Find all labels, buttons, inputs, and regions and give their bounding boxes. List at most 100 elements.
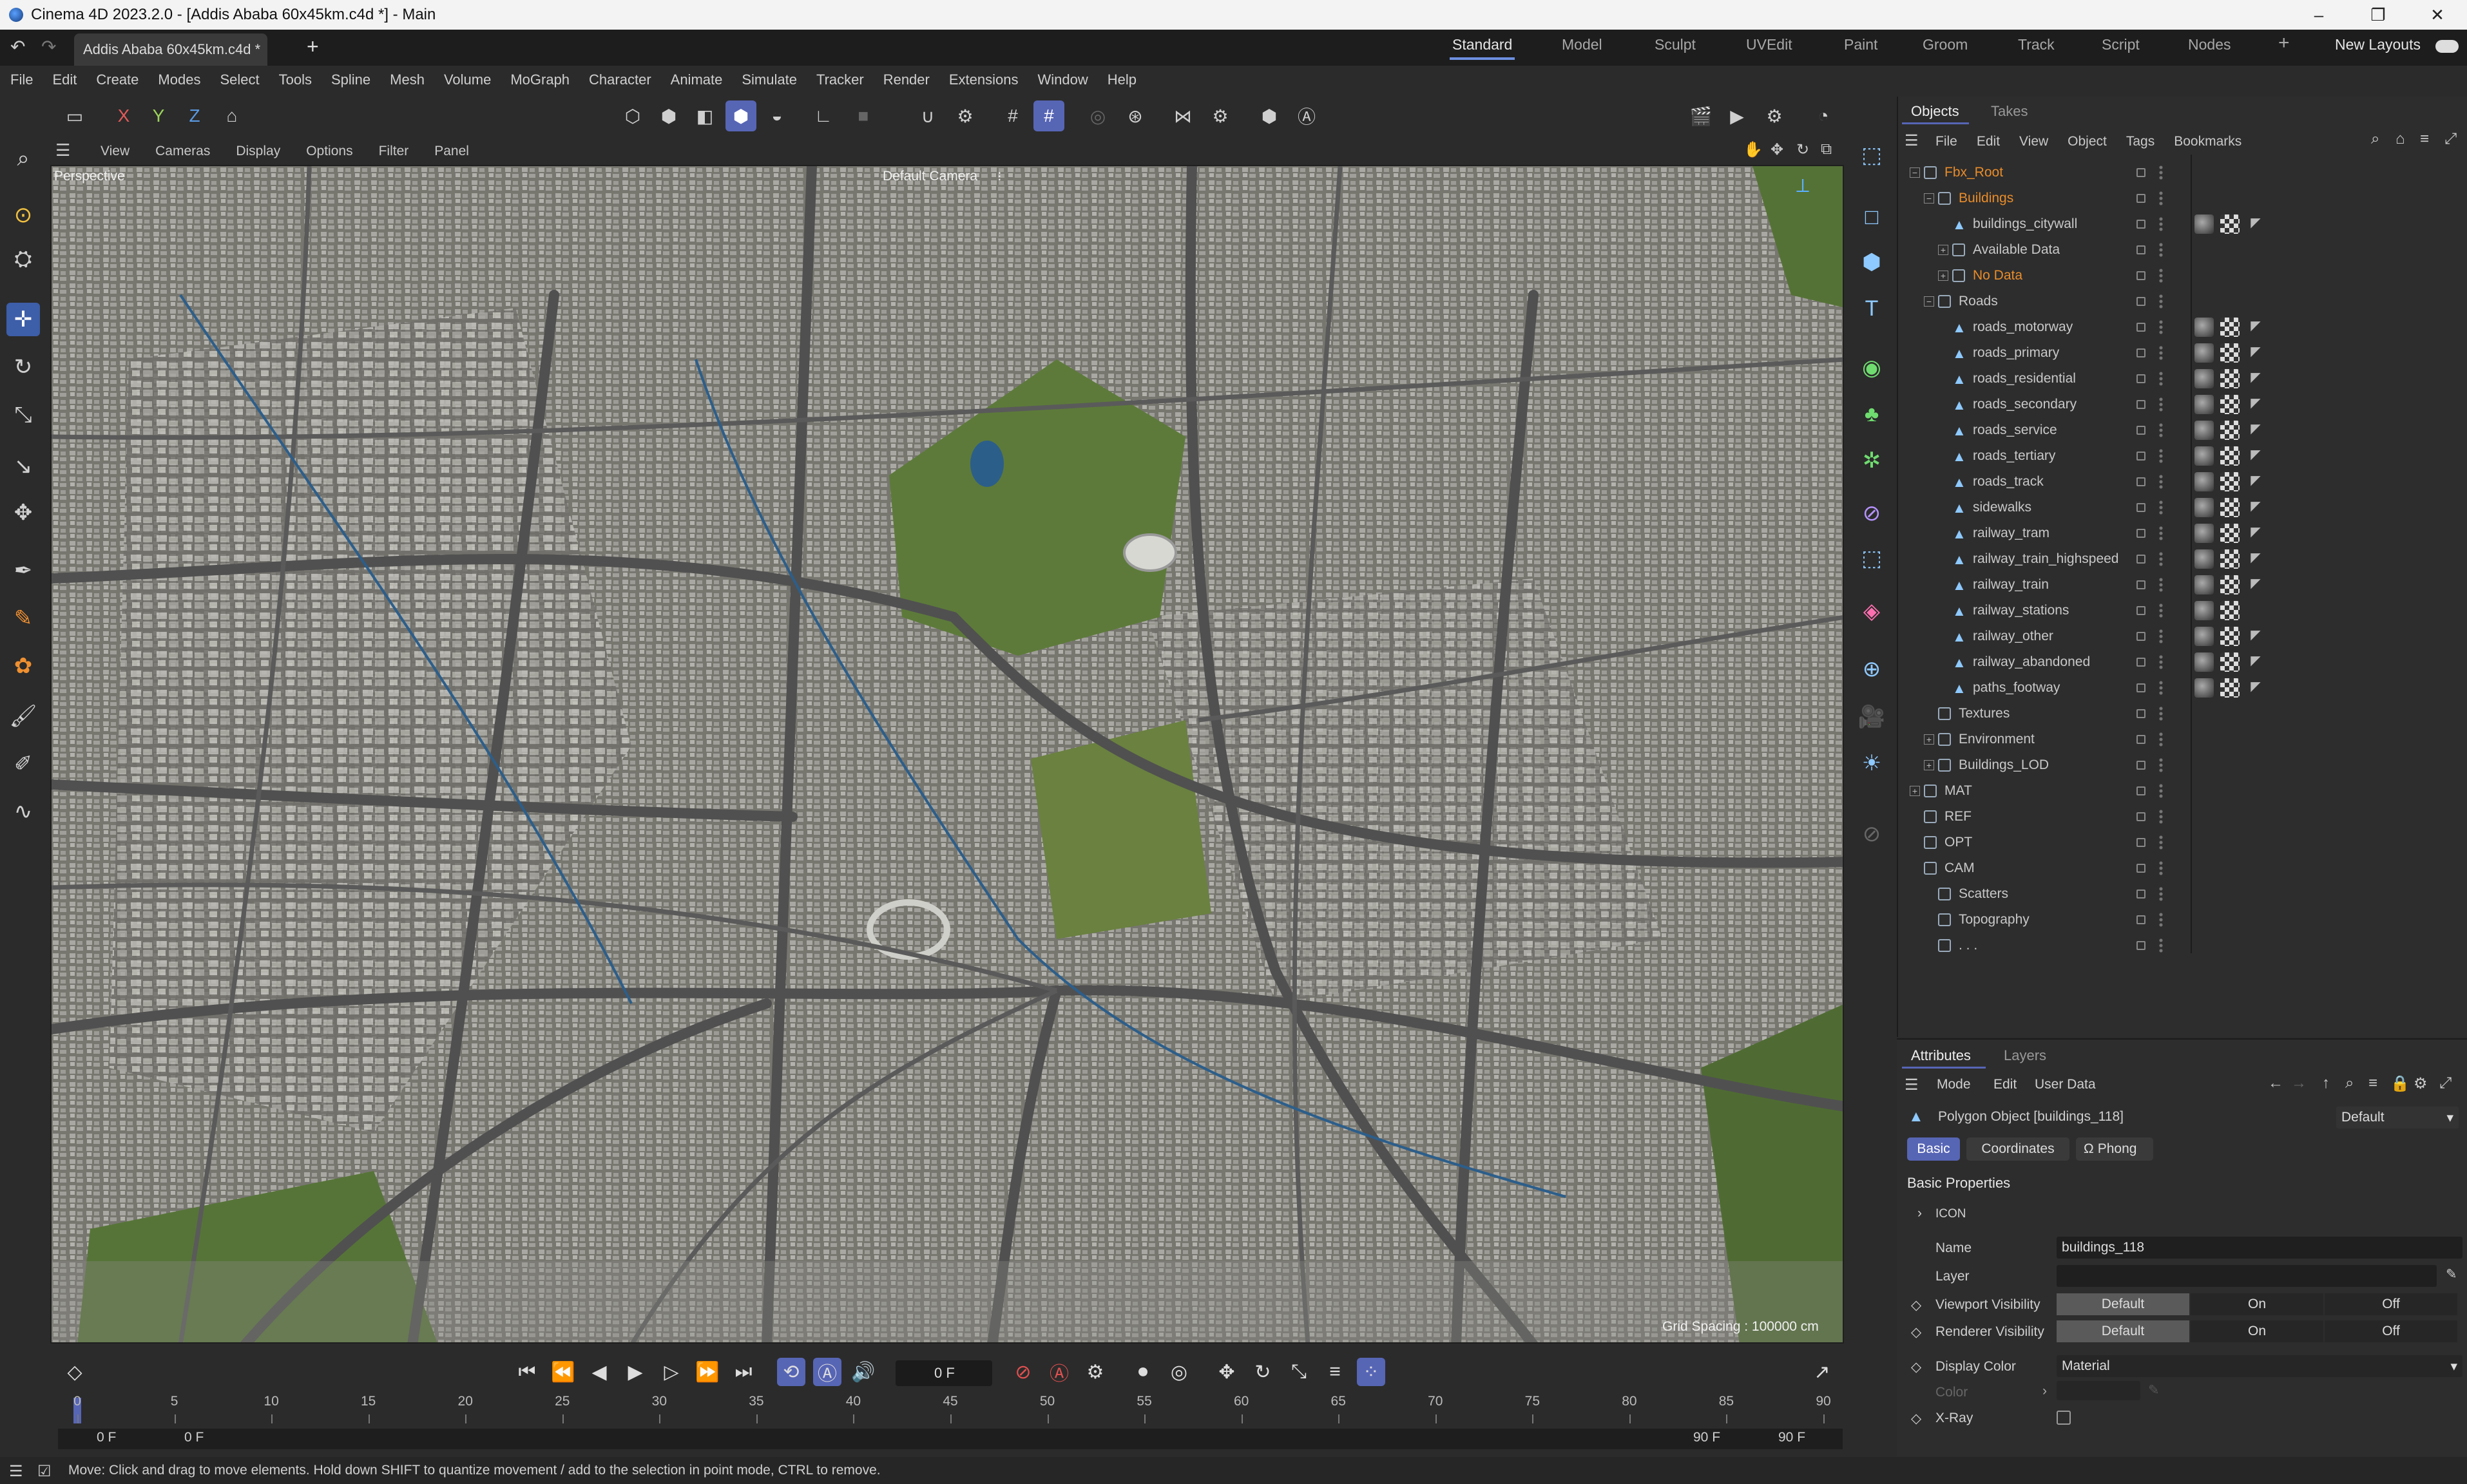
object-name[interactable]: REF xyxy=(1944,809,1972,824)
editor-render-dots[interactable] xyxy=(2158,680,2164,696)
menu-mograph[interactable]: MoGraph xyxy=(510,71,570,88)
layer-visibility-toggle[interactable] xyxy=(2136,220,2145,229)
disabled-tool-icon[interactable]: ⊘ xyxy=(1856,818,1888,850)
expand-icon[interactable]: + xyxy=(1938,271,1948,281)
material-tag-icon[interactable] xyxy=(2194,498,2214,517)
material-tag-icon[interactable] xyxy=(2194,678,2214,698)
selection-tools-icon[interactable]: ⛭ xyxy=(6,242,40,276)
texture-tag-icon[interactable] xyxy=(2220,421,2240,440)
attributes-search-icon[interactable]: ⌕ xyxy=(2345,1074,2354,1092)
record-scale-icon[interactable]: ⤡ xyxy=(1285,1358,1313,1386)
viewport-maximize-icon[interactable]: ⧉ xyxy=(1821,140,1832,158)
texture-tag-icon[interactable] xyxy=(2220,575,2240,595)
object-row[interactable]: ▲ roads_primary ◤ xyxy=(1897,340,2467,366)
editor-render-dots[interactable] xyxy=(2158,474,2164,490)
layout-tab-script[interactable]: Script xyxy=(2102,36,2140,53)
layer-visibility-toggle[interactable] xyxy=(2136,323,2145,332)
attributes-expand-icon[interactable]: ⤢ xyxy=(2439,1074,2452,1092)
layer-visibility-toggle[interactable] xyxy=(2136,555,2145,564)
timeline-range-bar[interactable] xyxy=(58,1429,1843,1449)
viewport-hamburger-icon[interactable]: ☰ xyxy=(55,140,70,160)
material-tag-icon[interactable] xyxy=(2194,575,2214,595)
collapse-icon[interactable]: − xyxy=(1924,296,1934,307)
menu-tracker[interactable]: Tracker xyxy=(816,71,864,88)
expand-icon[interactable]: + xyxy=(1938,245,1948,255)
tab-attributes[interactable]: Attributes xyxy=(1911,1047,1971,1064)
phong-tag-icon[interactable]: ◤ xyxy=(2246,343,2265,363)
attributes-settings-icon[interactable]: ⚙ xyxy=(2414,1074,2428,1093)
editor-render-dots[interactable] xyxy=(2158,629,2164,644)
viewport-visibility-off[interactable]: Off xyxy=(2325,1293,2457,1315)
record-icon[interactable]: ⊘ xyxy=(1009,1358,1037,1386)
object-row[interactable]: ▲ railway_other ◤ xyxy=(1897,623,2467,649)
subtab-coordinates[interactable]: Coordinates xyxy=(1966,1137,2069,1161)
object-row[interactable]: Textures xyxy=(1897,701,2467,727)
object-row[interactable]: + MAT xyxy=(1897,778,2467,804)
layer-visibility-toggle[interactable] xyxy=(2136,812,2145,821)
phong-tag-icon[interactable]: ◤ xyxy=(2246,652,2265,672)
material-tag-icon[interactable] xyxy=(2194,549,2214,569)
editor-render-dots[interactable] xyxy=(2158,654,2164,670)
object-row[interactable]: REF xyxy=(1897,804,2467,830)
subtab-basic[interactable]: Basic xyxy=(1907,1137,1960,1161)
add-layout-button[interactable]: + xyxy=(2278,32,2290,54)
redo-icon[interactable]: ↷ xyxy=(41,36,56,57)
objects-search-icon[interactable]: ⌕ xyxy=(2371,130,2379,148)
effector-icon[interactable]: ✲ xyxy=(1856,444,1888,477)
autokey-icon[interactable]: Ⓐ xyxy=(1045,1358,1073,1386)
menu-create[interactable]: Create xyxy=(96,71,139,88)
object-name[interactable]: Roads xyxy=(1959,294,1998,309)
phong-tag-icon[interactable]: ◤ xyxy=(2246,369,2265,388)
texture-tag-icon[interactable] xyxy=(2220,549,2240,569)
texture-tag-icon[interactable] xyxy=(2220,214,2240,234)
viewport-layout-icon[interactable]: ▭ xyxy=(59,100,90,131)
material-tag-icon[interactable] xyxy=(2194,627,2214,646)
deformer-icon[interactable]: ⊘ xyxy=(1856,497,1888,529)
keyframe-diamond-icon[interactable]: ◇ xyxy=(1911,1359,1921,1375)
editor-render-dots[interactable] xyxy=(2158,268,2164,283)
snap-settings-icon[interactable]: ⚙ xyxy=(950,100,981,131)
move-tool-icon[interactable]: ✛ xyxy=(6,303,40,336)
phong-tag-icon[interactable]: ◤ xyxy=(2246,524,2265,543)
render-view-icon[interactable]: 🎬 xyxy=(1685,100,1716,131)
render-picture-viewer-icon[interactable]: ▶ xyxy=(1722,100,1752,131)
layout-toggle[interactable] xyxy=(2435,40,2459,53)
menu-character[interactable]: Character xyxy=(589,71,651,88)
viewport-pan-icon[interactable]: ✋ xyxy=(1743,140,1763,159)
menu-select[interactable]: Select xyxy=(220,71,259,88)
layer-visibility-toggle[interactable] xyxy=(2136,297,2145,306)
layer-visibility-toggle[interactable] xyxy=(2136,735,2145,744)
transfer-tool-icon[interactable]: ↘ xyxy=(6,450,40,483)
phong-tag-icon[interactable]: ◤ xyxy=(2246,214,2265,234)
placement-tool-icon[interactable]: ✥ xyxy=(6,496,40,529)
editor-render-dots[interactable] xyxy=(2158,809,2164,824)
subtab-phong[interactable]: Ω Phong xyxy=(2076,1137,2153,1161)
layer-visibility-toggle[interactable] xyxy=(2136,761,2145,770)
new-layouts-button[interactable]: New Layouts xyxy=(2335,36,2421,53)
coordinate-system-icon[interactable]: ⌂ xyxy=(216,100,247,131)
layer-visibility-toggle[interactable] xyxy=(2136,632,2145,641)
object-row[interactable]: ▲ roads_residential ◤ xyxy=(1897,366,2467,392)
layer-visibility-toggle[interactable] xyxy=(2136,580,2145,589)
redshift-icon[interactable]: ◔ xyxy=(1808,100,1839,131)
range-start-label[interactable]: 0 F xyxy=(97,1430,116,1445)
menu-render[interactable]: Render xyxy=(883,71,930,88)
3d-viewport[interactable] xyxy=(50,165,1844,1344)
object-row[interactable]: ▲ roads_tertiary ◤ xyxy=(1897,443,2467,469)
object-row[interactable]: ▲ railway_train_highspeed ◤ xyxy=(1897,546,2467,572)
layer-visibility-toggle[interactable] xyxy=(2136,838,2145,847)
material-tag-icon[interactable] xyxy=(2194,343,2214,363)
objects-menu-bookmarks[interactable]: Bookmarks xyxy=(2174,134,2241,149)
maximize-button[interactable]: ❐ xyxy=(2348,0,2408,30)
editor-render-dots[interactable] xyxy=(2158,783,2164,799)
up-arrow-icon[interactable]: ↑ xyxy=(2322,1074,2330,1092)
objects-hamburger-icon[interactable]: ☰ xyxy=(1905,131,1919,150)
magnet-snap-icon[interactable]: ∪ xyxy=(912,100,943,131)
texture-tag-icon[interactable] xyxy=(2220,678,2240,698)
attributes-menu-edit[interactable]: Edit xyxy=(1993,1077,2017,1092)
scene-camera-icon[interactable]: 🎥 xyxy=(1856,701,1888,733)
viewport-menu-filter[interactable]: Filter xyxy=(379,144,409,159)
layout-tab-paint[interactable]: Paint xyxy=(1844,36,1877,53)
object-name[interactable]: OPT xyxy=(1944,835,1972,850)
objects-home-icon[interactable]: ⌂ xyxy=(2395,130,2405,148)
